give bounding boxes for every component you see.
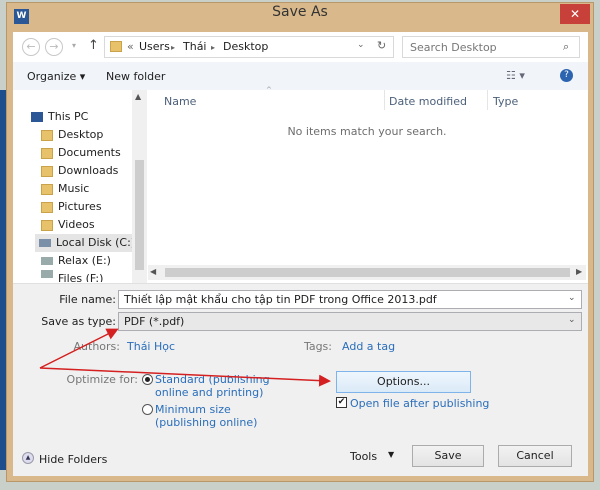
arrow-to-type [39,328,119,369]
arrow-to-options [39,367,331,387]
annotation-arrows [39,328,331,387]
